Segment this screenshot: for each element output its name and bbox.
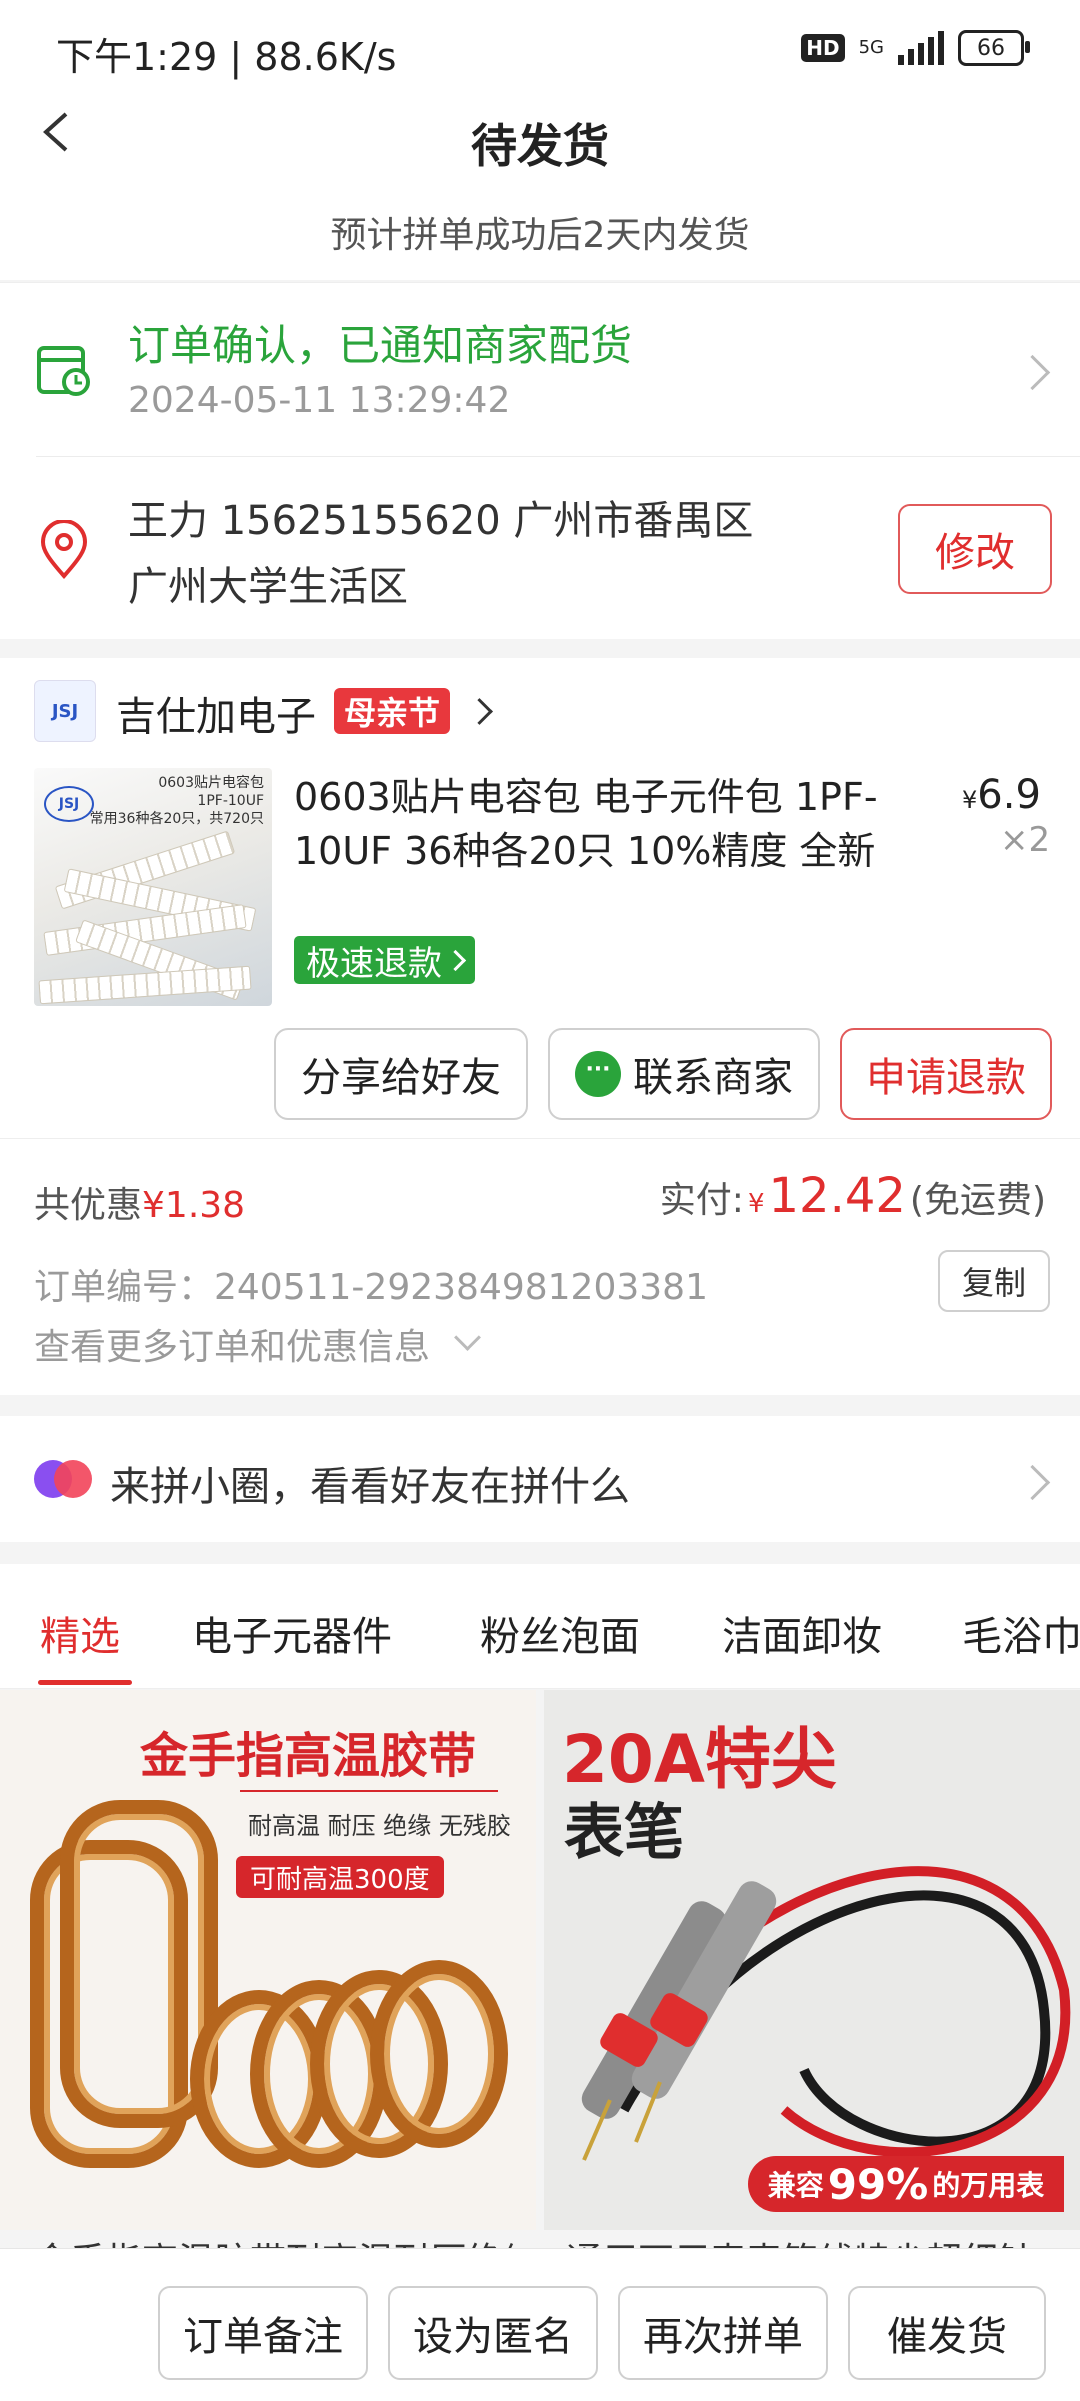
badge-post: 的万用表 [932,2169,1045,2202]
location-icon [40,520,88,580]
tab-towels[interactable]: 毛浴巾 [962,1604,1080,1662]
product-thumbnail[interactable]: JSJ 0603贴片电容包 1PF-10UF 常用36种各20只，共720只 [34,768,272,1006]
badge-num: 99% [827,2159,929,2209]
page-subtitle: 预计拼单成功后2天内发货 [330,215,750,256]
paid-amount: 实付: ¥ 12.42 (免运费) [660,1168,1046,1224]
shop-logo[interactable]: JSJ [34,680,96,742]
chat-icon [575,1051,621,1097]
signal-icon [898,31,944,65]
festival-badge: 母亲节 [334,688,451,734]
tab-noodles[interactable]: 粉丝泡面 [480,1604,640,1662]
shop-name[interactable]: 吉仕加电子 [116,684,316,742]
divider [240,1790,498,1792]
page-title: 待发货 [471,119,609,173]
paid-symbol: ¥ [747,1189,765,1219]
refund-button[interactable]: 申请退款 [840,1028,1052,1120]
fast-refund-label: 极速退款 [306,943,442,984]
thumbnail-label: 0603贴片电容包 1PF-10UF 常用36种各20只，共720只 [89,775,264,827]
order-status-title: 订单确认，已通知商家配货 [128,321,633,370]
order-number: 订单编号：240511-292384981203381 [34,1267,708,1308]
discount-label: 共优惠 [34,1185,143,1226]
paid-value: 12.42 [768,1168,906,1224]
reorder-button[interactable]: 再次拼单 [618,2286,828,2380]
status-time: 下午1:29 | 88.6K/s [56,35,397,79]
tab-featured[interactable]: 精选 [40,1604,120,1662]
divider [36,456,1080,457]
network-label: 5G [858,37,884,58]
circle-text: 来拼小圈，看看好友在拼什么 [110,1464,630,1510]
product-quantity: ×2 [1000,820,1051,860]
rec-1-subtitle: 耐高温 耐压 绝缘 无残胶 [248,1812,511,1840]
circle-icon [34,1460,92,1498]
address-name-phone: 王力 15625155620 广州市番禺区 [128,498,754,544]
rec-1-badge: 可耐高温300度 [236,1856,444,1898]
tab-electronics[interactable]: 电子元器件 [192,1604,392,1662]
contact-label: 联系商家 [633,1055,793,1101]
share-button[interactable]: 分享给好友 [274,1028,528,1120]
rec-2-subtitle: 表笔 [564,1798,684,1868]
thumbnail-logo: JSJ [44,786,94,822]
rec-2-badge: 兼容 99% 的万用表 [748,2156,1064,2212]
urge-shipping-button[interactable]: 催发货 [848,2286,1046,2380]
order-note-button[interactable]: 订单备注 [158,2286,368,2380]
shipping-note: (免运费) [909,1180,1046,1221]
tab-cleanser[interactable]: 洁面卸妆 [722,1604,882,1662]
discount-info: 共优惠¥1.38 [34,1176,245,1228]
order-status-time: 2024-05-11 13:29:42 [128,380,511,421]
discount-value: ¥1.38 [142,1185,246,1226]
badge-pre: 兼容 [767,2169,824,2202]
chevron-right-icon [444,949,467,971]
product-title[interactable]: 0603贴片电容包 电子元件包 1PF-10UF 36种各20只 10%精度 全… [294,770,924,878]
hd-icon: HD [801,34,845,62]
price-value: 6.9 [977,772,1041,818]
more-info-link[interactable]: 查看更多订单和优惠信息 [34,1318,430,1370]
address-detail: 广州大学生活区 [128,564,408,610]
battery-icon: 66 [958,30,1030,66]
tab-underline [38,1680,132,1685]
price-symbol: ¥ [962,786,978,814]
copy-button[interactable]: 复制 [938,1250,1050,1312]
paid-label: 实付: [659,1180,744,1221]
edit-address-button[interactable]: 修改 [898,504,1052,594]
contact-merchant-button[interactable]: 联系商家 [548,1028,820,1120]
product-price: ¥6.9 [962,772,1041,818]
anonymous-button[interactable]: 设为匿名 [388,2286,598,2380]
status-icons: HD 5G 66 [801,30,1030,66]
fast-refund-badge[interactable]: 极速退款 [294,936,475,984]
order-confirm-icon [37,346,90,396]
rec-1-title: 金手指高温胶带 [140,1728,477,1784]
